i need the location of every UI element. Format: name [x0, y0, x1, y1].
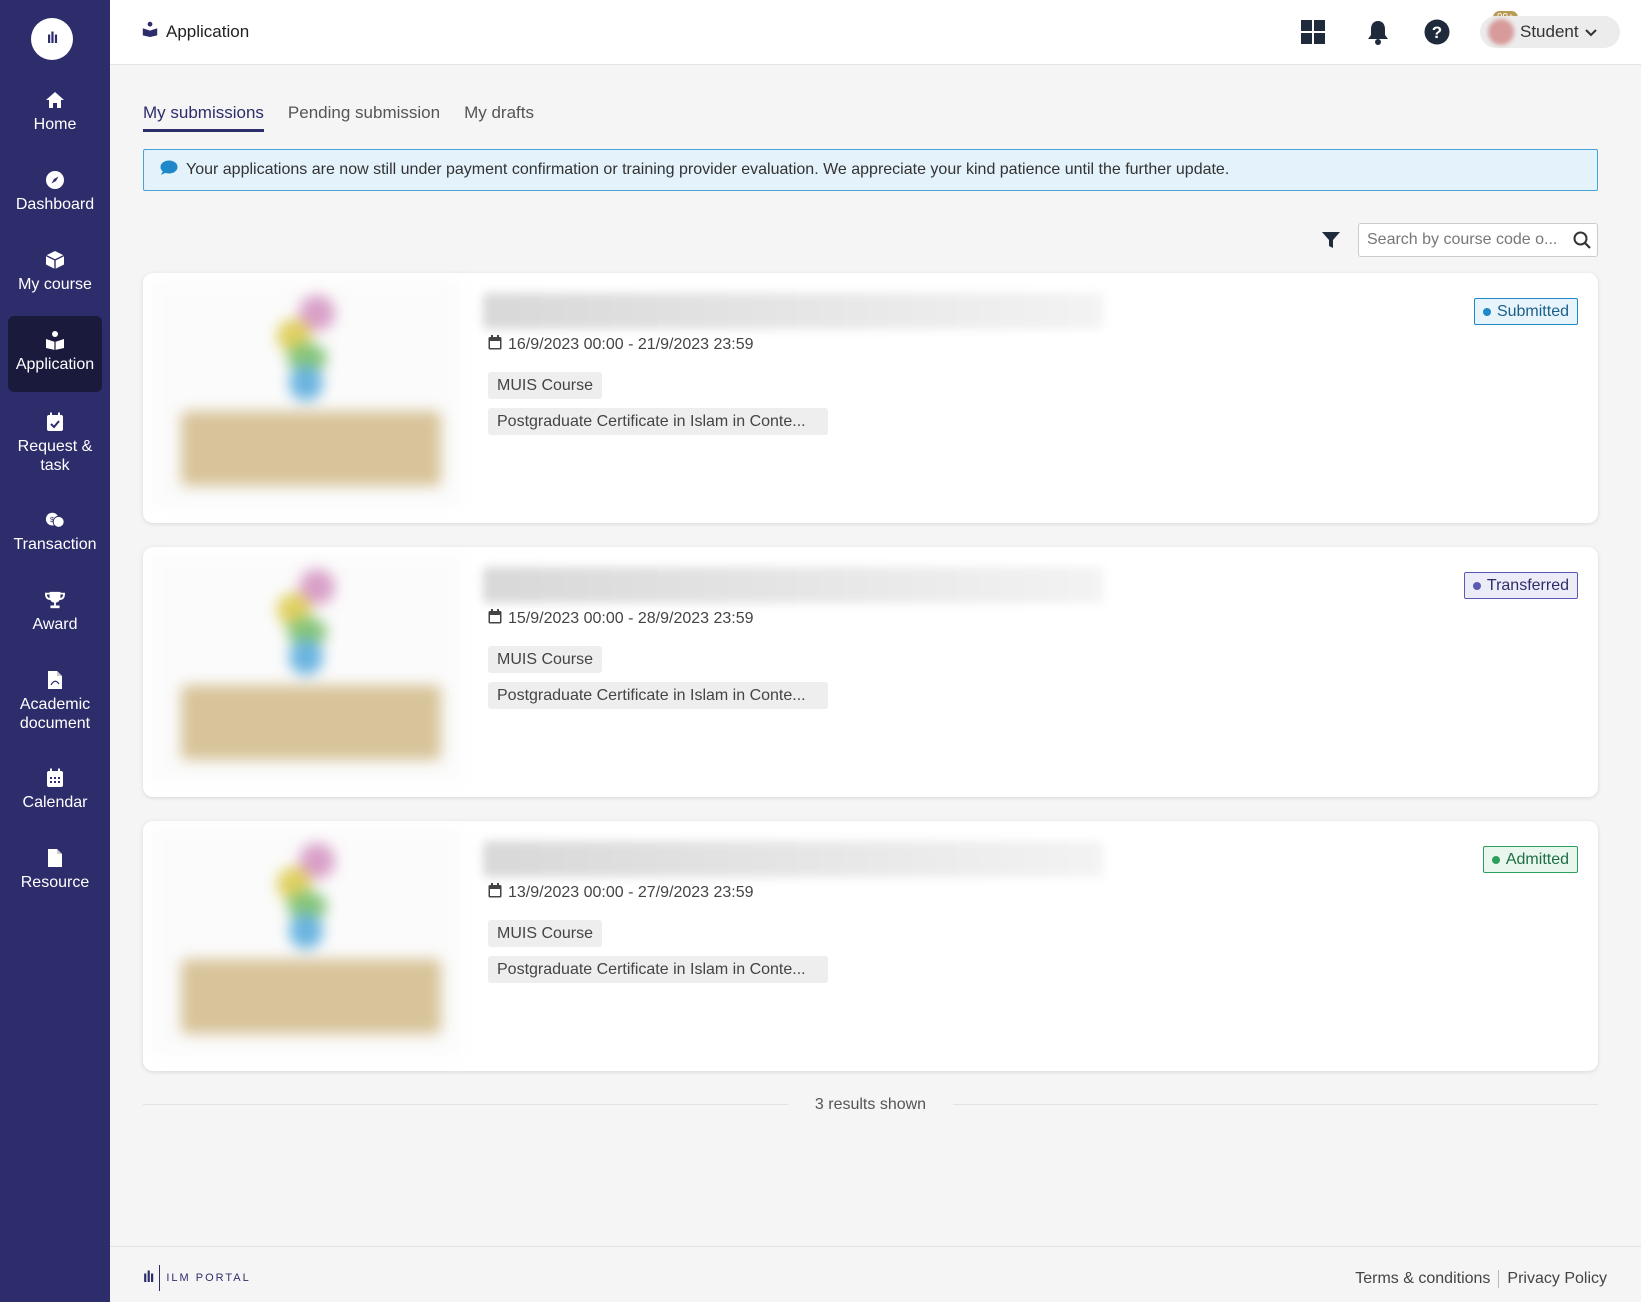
sidebar-item-calendar[interactable]: Calendar [8, 768, 102, 812]
trophy-icon [45, 590, 65, 610]
sidebar-item-request-task[interactable]: Request & task [8, 412, 102, 475]
svg-text:$: $ [50, 515, 54, 524]
help-icon[interactable]: ? [1423, 18, 1451, 46]
footer: ılı ILM PORTAL Terms & conditions Privac… [110, 1246, 1641, 1302]
breadcrumb: Application [142, 21, 249, 42]
avatar [1488, 19, 1514, 45]
sidebar-item-label: My course [18, 276, 92, 293]
search-input[interactable] [1359, 224, 1567, 256]
tab-my-drafts[interactable]: My drafts [464, 103, 534, 132]
status-badge: Admitted [1482, 846, 1578, 873]
calendar-icon [488, 609, 502, 629]
ilm-logo-icon: ılı [143, 1269, 154, 1286]
course-tag: MUIS Course [488, 372, 603, 399]
application-icon [142, 21, 158, 42]
sidebar-item-home[interactable]: Home [8, 90, 102, 134]
sidebar-item-label: Transaction [13, 536, 97, 553]
sidebar-item-my-course[interactable]: My course [8, 250, 102, 294]
sidebar-item-resource[interactable]: Resource [8, 848, 102, 892]
footer-logo: ılı ILM PORTAL [143, 1265, 251, 1291]
course-date: 15/9/2023 00:00 - 28/9/2023 23:59 [488, 609, 754, 629]
sidebar-item-award[interactable]: Award [8, 590, 102, 634]
ilm-logo-icon[interactable]: ılı [31, 18, 73, 60]
sidebar-item-label: Request & task [17, 438, 93, 474]
sidebar: ılı Home Dashboard My course Application… [0, 0, 110, 1302]
home-icon [45, 90, 65, 110]
course-date: 13/9/2023 00:00 - 27/9/2023 23:59 [488, 883, 754, 903]
compass-icon [45, 170, 65, 190]
top-header: Application 99+ ? Student [110, 0, 1641, 65]
course-tag: MUIS Course [488, 646, 603, 673]
search-icon[interactable] [1567, 231, 1597, 249]
sidebar-item-label: Dashboard [15, 196, 95, 213]
page-title: Application [166, 21, 250, 41]
pdf-icon [45, 670, 65, 690]
status-badge: Transferred [1463, 572, 1578, 599]
course-thumbnail [151, 555, 461, 781]
privacy-link[interactable]: Privacy Policy [1507, 1270, 1607, 1288]
file-icon [45, 848, 65, 868]
course-thumbnail [151, 829, 461, 1055]
chevron-down-icon [1584, 22, 1597, 42]
search-box [1358, 223, 1598, 257]
calendar-icon [488, 883, 502, 903]
svg-text:?: ? [1432, 23, 1442, 42]
course-title-redacted [483, 293, 1103, 329]
submission-tabs: My submissions Pending submission My dra… [143, 103, 534, 132]
application-card[interactable]: 13/9/2023 00:00 - 27/9/2023 23:59 MUIS C… [143, 821, 1598, 1071]
sidebar-item-label: Academic document [19, 696, 91, 732]
course-tag: Postgraduate Certificate in Islam in Con… [488, 956, 828, 983]
terms-link[interactable]: Terms & conditions [1355, 1270, 1490, 1288]
banner-text: Your applications are now still under pa… [186, 161, 1230, 178]
course-date: 16/9/2023 00:00 - 21/9/2023 23:59 [488, 335, 754, 355]
sidebar-item-academic-document[interactable]: Academic document [8, 670, 102, 733]
sidebar-item-label: Resource [20, 874, 90, 891]
sidebar-item-label: Award [32, 616, 78, 633]
sidebar-item-label: Home [33, 116, 77, 133]
calendar-check-icon [45, 412, 65, 432]
apps-grid-icon[interactable] [1299, 18, 1327, 46]
bell-icon[interactable] [1364, 18, 1392, 46]
calendar-icon [488, 335, 502, 355]
course-title-redacted [483, 841, 1103, 877]
course-tag: Postgraduate Certificate in Islam in Con… [488, 408, 828, 435]
sidebar-item-transaction[interactable]: $ Transaction [8, 510, 102, 554]
sidebar-item-label: Application [15, 356, 95, 373]
sidebar-item-application[interactable]: Application [8, 316, 102, 392]
tab-pending-submission[interactable]: Pending submission [288, 103, 440, 132]
brand-name: ILM PORTAL [166, 1272, 251, 1284]
user-label: Student [1520, 22, 1579, 41]
tab-my-submissions[interactable]: My submissions [143, 103, 264, 132]
info-banner: Your applications are now still under pa… [143, 149, 1598, 191]
sidebar-item-label: Calendar [22, 794, 88, 811]
filter-icon[interactable] [1320, 229, 1342, 251]
application-card[interactable]: 15/9/2023 00:00 - 28/9/2023 23:59 MUIS C… [143, 547, 1598, 797]
status-badge: Submitted [1473, 298, 1578, 325]
chat-bubble-icon [160, 160, 178, 181]
results-count: 3 results shown [788, 1096, 953, 1114]
application-icon [45, 330, 65, 350]
course-tag: Postgraduate Certificate in Islam in Con… [488, 682, 828, 709]
box-icon [45, 250, 65, 270]
sidebar-item-dashboard[interactable]: Dashboard [8, 170, 102, 214]
footer-links: Terms & conditions Privacy Policy [1355, 1270, 1607, 1288]
course-thumbnail [151, 281, 461, 507]
course-tag: MUIS Course [488, 920, 603, 947]
course-title-redacted [483, 567, 1103, 603]
user-menu-button[interactable]: Student [1480, 16, 1620, 48]
application-card[interactable]: 16/9/2023 00:00 - 21/9/2023 23:59 MUIS C… [143, 273, 1598, 523]
coins-icon: $ [45, 510, 65, 530]
calendar-icon [45, 768, 65, 788]
